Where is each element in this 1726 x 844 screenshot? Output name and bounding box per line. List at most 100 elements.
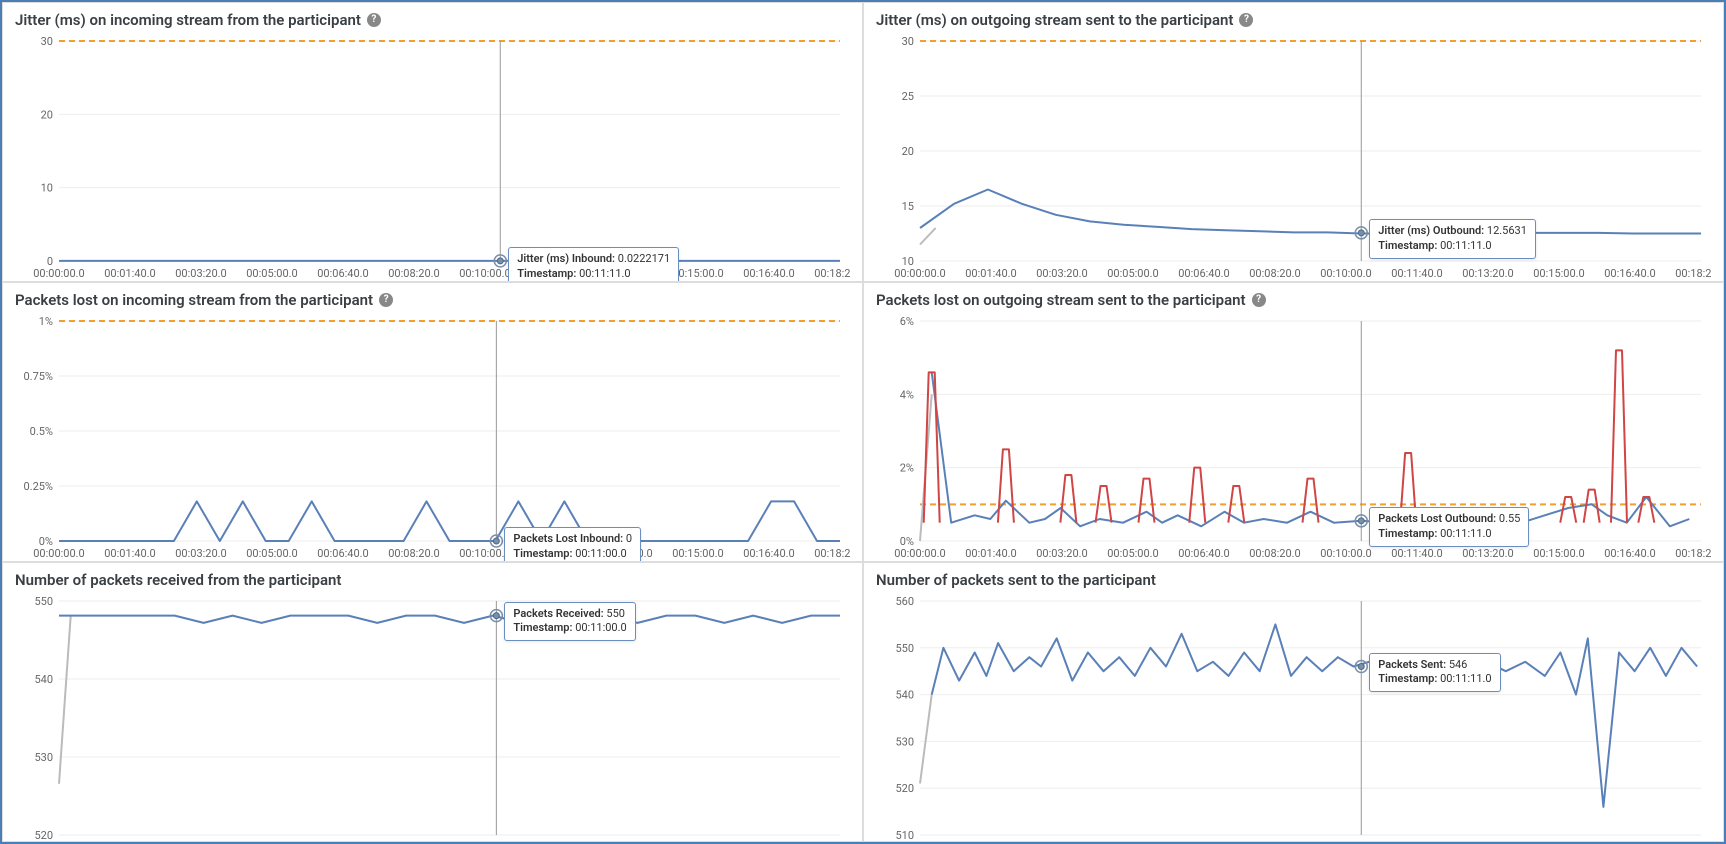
y-tick-label: 560 [895,595,914,608]
panel-title: Packets lost on outgoing stream sent to … [876,291,1711,309]
chart-tooltip: Jitter (ms) Outbound: 12.5631Timestamp: … [1369,219,1536,259]
tooltip-metric-value: 546 [1449,658,1468,671]
chart-tooltip: Packets Lost Outbound: 0.55 Timestamp: 00… [1369,507,1529,547]
x-tick-label: 00:03:20.0 [1036,547,1088,560]
help-icon[interactable]: ? [379,293,393,307]
chart-jitter-in[interactable]: 010203000:00:00.000:01:40.000:03:20.000:… [15,35,850,281]
y-tick-label: 4% [900,388,914,401]
lead-segment [920,228,936,245]
panel-loss-in: Packets lost on incoming stream from the… [2,282,863,562]
cursor-dot [493,538,499,544]
x-tick-label: 00:11:40.0 [1391,841,1443,842]
y-tick-label: 25 [902,90,914,103]
x-tick-label: 00:16:40.0 [1604,547,1656,560]
chart-pkts-sent[interactable]: 51052053054055056000:00:00.000:01:40.000… [876,595,1711,842]
x-tick-label: 00:06:40.0 [317,547,369,560]
chart-body[interactable]: 010203000:00:00.000:01:40.000:03:20.000:… [15,35,850,281]
y-tick-label: 540 [895,689,914,702]
y-tick-label: 520 [895,782,914,795]
x-tick-label: 00:13:20.0 [1462,547,1514,560]
x-tick-label: 00:06:40.0 [1178,547,1230,560]
lead-segment [920,695,932,784]
tooltip-metric-label: Jitter (ms) Inbound: [517,252,615,265]
chart-loss-in[interactable]: 0%0.25%0.5%0.75%1%00:00:00.000:01:40.000… [15,315,850,561]
panel-title: Packets lost on incoming stream from the… [15,291,850,309]
panel-title: Number of packets sent to the participan… [876,571,1711,589]
tooltip-ts-label: Timestamp: [517,267,576,280]
y-tick-label: 530 [34,751,53,764]
y-tick-label: 530 [895,735,914,748]
x-tick-label: 00:03:20.0 [175,841,227,842]
chart-jitter-out[interactable]: 101520253000:00:00.000:01:40.000:03:20.0… [876,35,1711,281]
y-tick-label: 550 [34,595,53,608]
x-tick-label: 00:06:40.0 [317,841,369,842]
chart-pkts-recv[interactable]: 52053054055000:00:00.000:01:40.000:03:20… [15,595,850,842]
x-tick-label: 00:03:20.0 [1036,267,1088,280]
chart-tooltip: Packets Lost Inbound: 0Timestamp: 00:11:… [504,527,641,562]
cursor-dot [497,258,503,264]
panel-title: Number of packets received from the part… [15,571,850,589]
tooltip-metric-value: 0.0222171 [618,252,670,265]
cursor-dot [493,613,499,619]
panel-title: Jitter (ms) on outgoing stream sent to t… [876,11,1711,29]
x-tick-label: 00:08:20.0 [388,267,440,280]
y-tick-label: 30 [902,35,914,48]
panel-title-text: Packets lost on incoming stream from the… [15,291,373,309]
x-tick-label: 00:18:20.0 [1675,267,1711,280]
tooltip-metric-value: 12.5631 [1487,224,1527,237]
x-tick-label: 00:05:00.0 [246,267,298,280]
x-tick-label: 00:01:40.0 [104,841,156,842]
tooltip-ts-value: 00:11:11.0 [1440,527,1492,540]
chart-body[interactable]: 101520253000:00:00.000:01:40.000:03:20.0… [876,35,1711,281]
series-outbound-loss [932,372,1690,526]
x-tick-label: 00:06:40.0 [1178,841,1230,842]
tooltip-metric-value: 0.55 [1499,512,1520,525]
panel-title-text: Number of packets received from the part… [15,571,341,589]
x-tick-label: 00:18:20.0 [814,267,850,280]
tooltip-ts-value: 00:11:11.0 [1440,672,1492,685]
series-inbound-loss [59,501,840,541]
x-tick-label: 00:15:00.0 [672,547,724,560]
y-tick-label: 20 [41,108,53,121]
tooltip-ts-value: 00:11:11.0 [1440,239,1492,252]
x-tick-label: 00:00:00.0 [894,547,946,560]
x-tick-label: 00:13:20.0 [1462,267,1514,280]
x-tick-label: 00:05:00.0 [246,547,298,560]
help-icon[interactable]: ? [1239,13,1253,27]
x-tick-label: 00:13:20.0 [601,841,653,842]
chart-loss-out[interactable]: 0%2%4%6%00:00:00.000:01:40.000:03:20.000… [876,315,1711,561]
chart-body[interactable]: 52053054055000:00:00.000:01:40.000:03:20… [15,595,850,842]
chart-body[interactable]: 0%2%4%6%00:00:00.000:01:40.000:03:20.000… [876,315,1711,561]
chart-body[interactable]: 0%0.25%0.5%0.75%1%00:00:00.000:01:40.000… [15,315,850,561]
y-tick-label: 6% [900,315,914,328]
x-tick-label: 00:05:00.0 [1107,547,1159,560]
x-tick-label: 00:08:20.0 [388,841,440,842]
x-tick-label: 00:03:20.0 [175,267,227,280]
x-tick-label: 00:16:40.0 [1604,267,1656,280]
tooltip-metric-label: Packets Lost Outbound: [1378,512,1496,525]
x-tick-label: 00:01:40.0 [965,841,1017,842]
x-tick-label: 00:10:00.0 [459,267,511,280]
x-tick-label: 00:08:20.0 [388,547,440,560]
x-tick-label: 00:18:20.0 [814,841,850,842]
help-icon[interactable]: ? [367,13,381,27]
x-tick-label: 00:15:00.0 [1533,267,1585,280]
tooltip-ts-label: Timestamp: [1378,527,1437,540]
x-tick-label: 00:06:40.0 [317,267,369,280]
x-tick-label: 00:01:40.0 [104,267,156,280]
chart-body[interactable]: 51052053054055056000:00:00.000:01:40.000… [876,595,1711,842]
cursor-dot [1358,664,1364,670]
x-tick-label: 00:01:40.0 [965,267,1017,280]
x-tick-label: 00:16:40.0 [743,841,795,842]
x-tick-label: 00:11:40.0 [530,841,582,842]
help-icon[interactable]: ? [1252,293,1266,307]
series-sent [932,624,1697,807]
y-tick-label: 1% [39,315,53,328]
x-tick-label: 00:03:20.0 [175,547,227,560]
cursor-dot [1358,518,1364,524]
panel-jitter-in: Jitter (ms) on incoming stream from the … [2,2,863,282]
x-tick-label: 00:08:20.0 [1249,841,1301,842]
lead-segment [59,616,71,784]
x-tick-label: 00:05:00.0 [1107,267,1159,280]
x-tick-label: 00:08:20.0 [1249,547,1301,560]
